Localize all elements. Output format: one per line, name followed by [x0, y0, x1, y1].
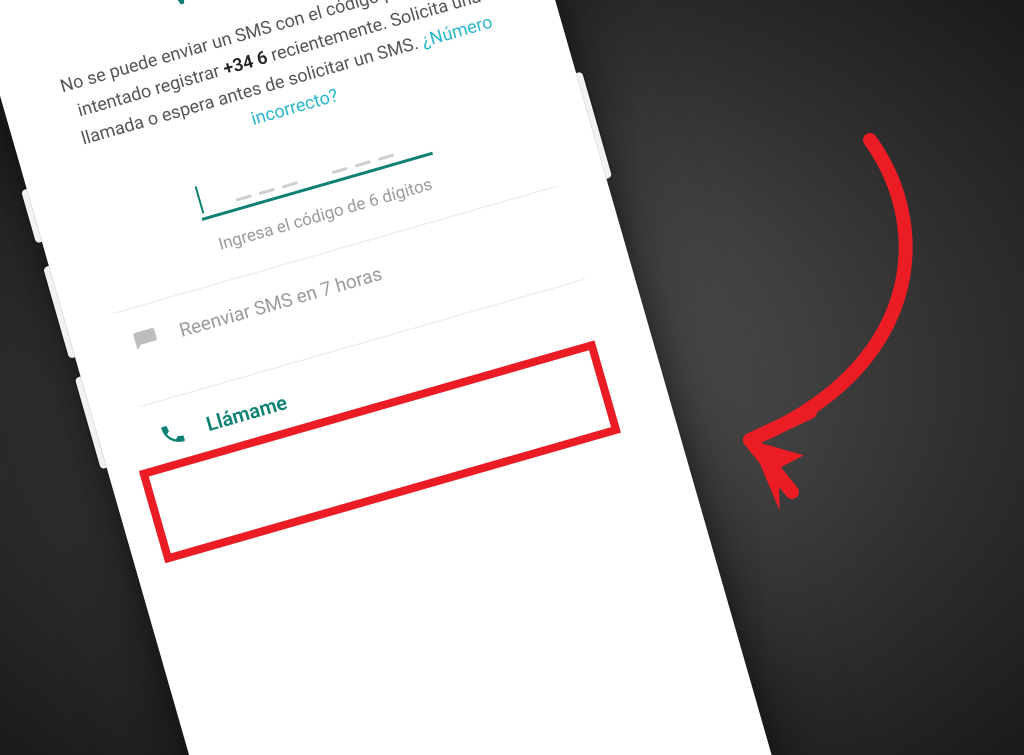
- phone-mockup: Verificar +34 6 No se puede enviar un SM…: [0, 0, 794, 755]
- phone-power-button: [576, 71, 612, 178]
- code-slots-left: [228, 155, 299, 207]
- phone-side-button: [75, 376, 107, 469]
- phone-screen: Verificar +34 6 No se puede enviar un SM…: [0, 0, 769, 755]
- verify-screen: Verificar +34 6 No se puede enviar un SM…: [0, 0, 631, 482]
- phone-side-button: [21, 189, 42, 244]
- phone-icon: [157, 418, 189, 450]
- desc-phone-number: +34 6: [221, 47, 270, 80]
- text-caret: [195, 186, 205, 213]
- resend-sms-label: Reenviar SMS en 7 horas: [177, 262, 385, 342]
- phone-side-button: [43, 266, 75, 359]
- call-me-label: Llámame: [203, 390, 289, 436]
- code-slots-right: [324, 127, 395, 179]
- stage: Verificar +34 6 No se puede enviar un SM…: [0, 0, 1024, 755]
- sms-icon: [130, 324, 162, 356]
